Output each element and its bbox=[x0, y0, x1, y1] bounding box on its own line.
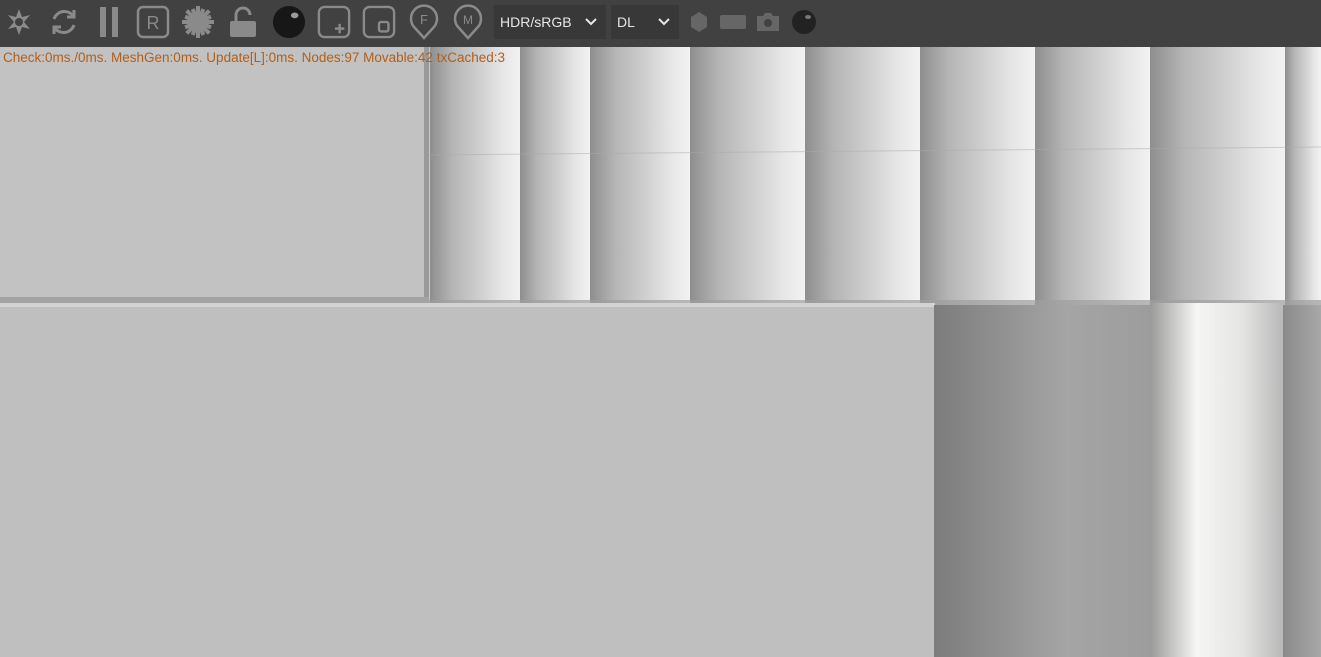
f-marker-icon[interactable]: F bbox=[407, 4, 441, 40]
chevron-down-icon bbox=[585, 18, 597, 26]
refresh-icon[interactable] bbox=[47, 5, 81, 39]
toolbar: R F M HDR/sRGB DL bbox=[0, 0, 1321, 47]
sphere-icon[interactable] bbox=[788, 5, 820, 39]
svg-text:M: M bbox=[463, 13, 473, 27]
color-mode-value: HDR/sRGB bbox=[500, 14, 572, 30]
r-mode-icon[interactable]: R bbox=[136, 5, 170, 39]
scene-render bbox=[0, 47, 1321, 657]
settings-gear-icon[interactable] bbox=[181, 5, 215, 39]
pivot-icon[interactable] bbox=[2, 5, 36, 39]
3d-viewport[interactable] bbox=[0, 47, 1321, 657]
svg-text:R: R bbox=[147, 13, 160, 33]
m-marker-icon[interactable]: M bbox=[451, 4, 485, 40]
color-mode-select[interactable]: HDR/sRGB bbox=[494, 5, 606, 39]
svg-text:F: F bbox=[420, 12, 428, 27]
viewport-icon[interactable] bbox=[362, 5, 396, 39]
camera-icon[interactable] bbox=[753, 5, 783, 39]
add-view-icon[interactable] bbox=[317, 5, 351, 39]
render-mode-value: DL bbox=[617, 14, 635, 30]
material-sphere-icon[interactable] bbox=[272, 5, 306, 39]
unlock-icon[interactable] bbox=[226, 5, 260, 39]
rect-icon[interactable] bbox=[718, 5, 748, 39]
light-icon[interactable] bbox=[684, 5, 714, 39]
render-mode-select[interactable]: DL bbox=[611, 5, 679, 39]
pause-icon[interactable] bbox=[92, 5, 126, 39]
chevron-down-icon bbox=[658, 18, 670, 26]
performance-stats: Check:0ms./0ms. MeshGen:0ms. Update[L]:0… bbox=[3, 50, 505, 65]
